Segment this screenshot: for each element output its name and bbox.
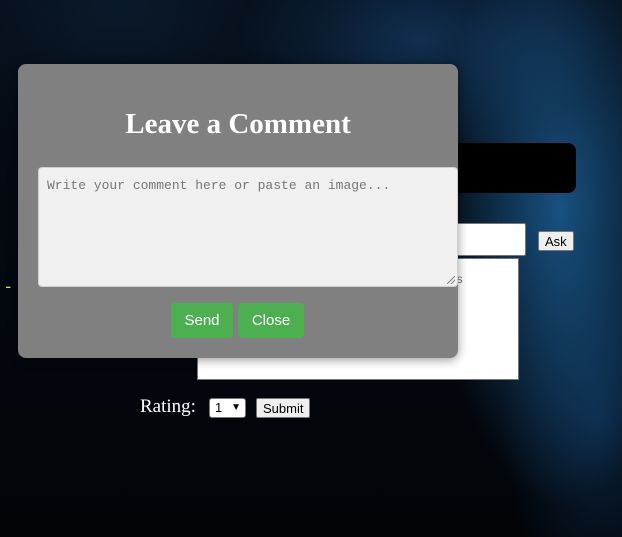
rating-selected-value: 1 xyxy=(215,400,223,415)
ask-button[interactable]: Ask xyxy=(538,231,574,251)
comment-modal: Leave a Comment Write your comment here … xyxy=(18,64,458,358)
close-button[interactable]: Close xyxy=(238,303,304,338)
partial-text: ) - xyxy=(0,277,12,296)
comment-textarea[interactable]: Write your comment here or paste an imag… xyxy=(38,167,458,287)
submit-button[interactable]: Submit xyxy=(256,398,311,418)
header-bar xyxy=(440,143,576,193)
rating-label: Rating: xyxy=(140,396,196,417)
resize-grip-icon[interactable] xyxy=(447,276,455,284)
rating-select[interactable]: 1 ▼ xyxy=(209,398,246,418)
send-button[interactable]: Send xyxy=(171,303,233,338)
chevron-down-icon: ▼ xyxy=(231,402,241,413)
modal-title: Leave a Comment xyxy=(125,108,351,140)
comment-placeholder: Write your comment here or paste an imag… xyxy=(47,178,391,193)
